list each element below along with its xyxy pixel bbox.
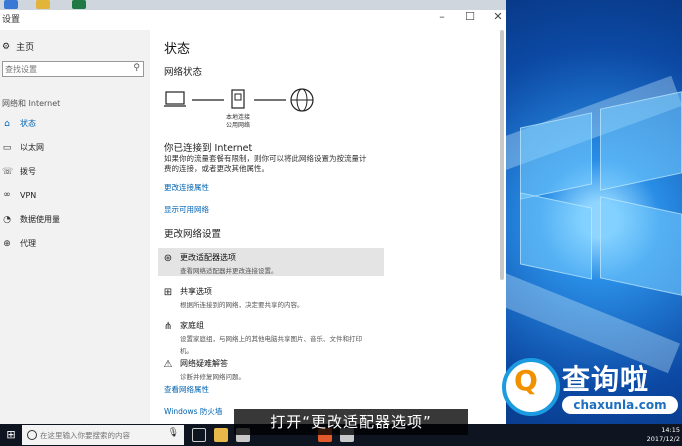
connection-status: 你已连接到 Internet [164,143,253,154]
search-icon[interactable]: ⚲ [133,63,140,73]
metered-description: 如果你的流量套餐有限制，则你可以将此网络设置为按流量计 费的连接，或者更改其他属… [164,154,367,174]
gear-icon: ⚙ [2,41,11,52]
sidebar-item-ethernet[interactable]: ▭ 以太网 [2,142,44,153]
sidebar-item-label: 以太网 [20,143,44,152]
homegroup-icon: ⋔ [163,321,173,332]
change-connection-properties-link[interactable]: 更改连接属性 [164,182,209,193]
sidebar: ⚙ 主页 ⚲ 网络和 Internet ⌂ 状态 ▭ 以太网 ☏ 拨号 ∞ VP… [0,30,150,424]
metered-description-line1: 如果你的流量套餐有限制，则你可以将此网络设置为按流量计 [164,154,367,163]
watermark-url: chaxunla.com [562,396,678,414]
network-type: 公用网络 [226,122,251,129]
sidebar-item-label: VPN [20,190,37,200]
minimize-button[interactable]: – [432,10,452,23]
option-description: 诊断并修复网络问题。 [180,373,245,381]
sidebar-item-status[interactable]: ⌂ 状态 [2,118,36,129]
computer-icon [164,91,186,107]
sidebar-item-dialup[interactable]: ☏ 拨号 [2,166,36,177]
clock-time: 14:15 [661,426,680,434]
option-title: 家庭组 [180,321,204,330]
main-content: 状态 网络状态 本地连接 公用网络 你已连接到 Internet 如果你的流量套… [150,30,506,424]
start-button[interactable]: ⊞ [0,424,22,446]
task-view-icon[interactable] [192,428,206,442]
clock-date: 2017/12/2 [646,435,680,443]
window-title: 设置 [2,15,21,25]
warning-icon: ⚠ [163,359,173,370]
settings-search[interactable]: ⚲ [2,61,144,77]
network-troubleshooter-row[interactable]: ⚠ 网络疑难解答 诊断并修复网络问题。 [158,354,384,382]
option-title: 共享选项 [180,287,212,296]
sharing-options-row[interactable]: ⊞ 共享选项 根据所连接到的网络，决定要共享的内容。 [158,282,384,310]
watermark: Q 查询啦 chaxunla.com [500,352,682,424]
dialup-icon: ☏ [2,166,14,177]
sidebar-item-proxy[interactable]: ⊕ 代理 [2,238,36,249]
vpn-icon: ∞ [3,190,11,200]
home-icon: ⌂ [4,118,10,129]
search-input[interactable] [5,62,125,76]
data-usage-icon: ◔ [3,214,11,225]
sidebar-item-label: 代理 [20,239,36,248]
sidebar-item-vpn[interactable]: ∞ VPN [2,190,36,200]
option-description: 查看网络适配器并更改连接设置。 [180,267,278,275]
adapter-caption: 本地连接 公用网络 [226,114,250,130]
file-explorer-icon[interactable] [214,428,228,442]
watermark-logo-letter: Q [514,364,538,397]
system-clock[interactable]: 14:15 2017/12/2 [647,426,680,444]
change-adapter-options-row[interactable]: ⊛ 更改适配器选项 查看网络适配器并更改连接设置。 [158,248,384,276]
metered-description-line2: 费的连接，或者更改其他属性。 [164,164,269,173]
maximize-button[interactable]: ☐ [460,10,480,23]
taskbar-search-input[interactable] [40,428,170,442]
video-subtitle: 打开“更改适配器选项” [234,409,468,435]
windows-firewall-link[interactable]: Windows 防火墙 [164,406,222,417]
sidebar-item-data-usage[interactable]: ◔ 数据使用量 [2,214,60,225]
option-description: 根据所连接到的网络，决定要共享的内容。 [180,301,304,309]
ethernet-icon: ▭ [2,142,12,153]
network-status-heading: 网络状态 [164,67,203,78]
watermark-title: 查询啦 [562,363,650,396]
page-title: 状态 [164,42,191,57]
sharing-icon: ⊞ [163,287,173,298]
option-description: 设置家庭组，与网络上的其他电脑共享图片、音乐、文件和打印 [180,335,362,343]
globe-icon: ⊕ [3,238,11,249]
close-button[interactable]: ✕ [488,10,506,23]
sidebar-item-label: 状态 [20,119,36,128]
cortana-icon [27,430,37,440]
sidebar-item-home[interactable]: ⚙ 主页 [2,40,35,54]
change-network-settings-heading: 更改网络设置 [164,229,222,240]
show-available-networks-link[interactable]: 显示可用网络 [164,204,209,215]
option-title: 网络疑难解答 [180,359,228,368]
sidebar-section-title: 网络和 Internet [2,99,61,108]
adapter-name: 本地连接 [226,114,251,121]
sidebar-home-label: 主页 [16,43,35,53]
internet-globe-icon [290,88,314,112]
sidebar-item-label: 数据使用量 [20,215,60,224]
ethernet-port-icon [231,89,245,109]
title-bar: 设置 – ☐ ✕ [0,8,506,30]
view-network-properties-link[interactable]: 查看网络属性 [164,384,209,395]
microphone-icon[interactable]: 🎙 [168,428,179,438]
option-title: 更改适配器选项 [180,253,236,262]
sidebar-item-label: 拨号 [20,167,36,176]
scrollbar[interactable] [500,30,504,280]
settings-window: 设置 – ☐ ✕ ⚙ 主页 ⚲ 网络和 Internet ⌂ 状态 ▭ 以太网 … [0,0,506,424]
homegroup-row[interactable]: ⋔ 家庭组 设置家庭组，与网络上的其他电脑共享图片、音乐、文件和打印 机。 [158,316,384,355]
adapter-icon: ⊛ [163,253,173,264]
taskbar-search[interactable]: 🎙 [22,425,184,445]
